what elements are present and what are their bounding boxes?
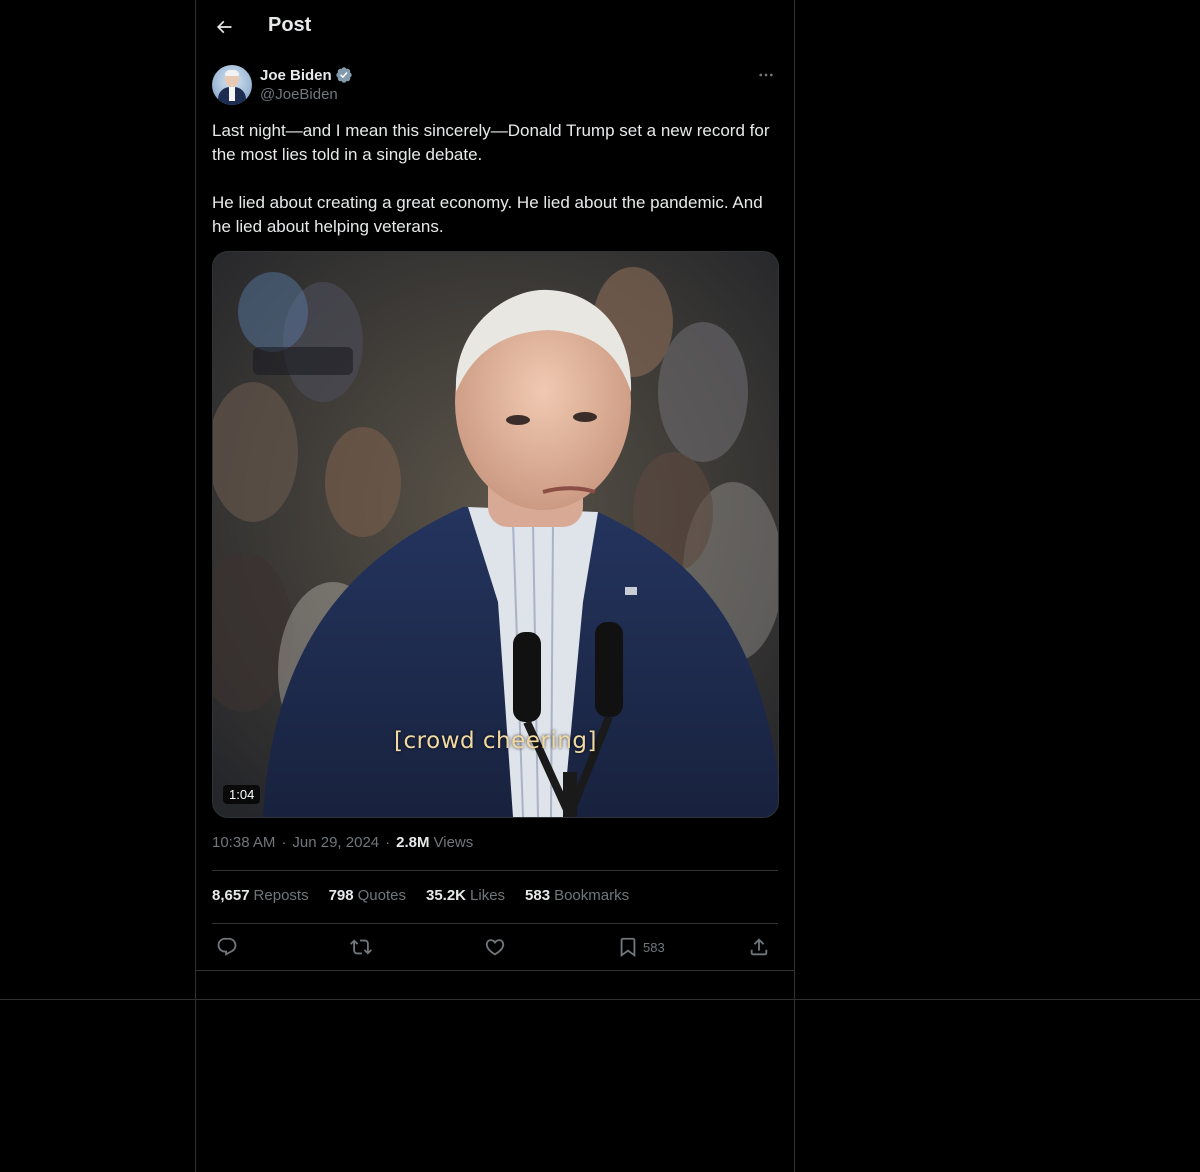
quotes-count: 798 — [328, 887, 354, 904]
back-button[interactable] — [208, 11, 240, 43]
divider — [196, 970, 794, 971]
meta-separator: · — [385, 834, 391, 851]
action-bar: 583 — [212, 933, 778, 961]
video-caption: [crowd cheering] — [394, 728, 597, 754]
quotes-stat[interactable]: 798 Quotes — [329, 887, 406, 904]
post-time[interactable]: 10:38 AM — [212, 834, 275, 851]
post-column: Post Joe Biden @JoeBiden Last night—and … — [195, 0, 795, 1172]
reposts-label: Reposts — [253, 887, 309, 904]
bookmarks-label: Bookmarks — [554, 887, 630, 904]
bookmarks-stat[interactable]: 583 Bookmarks — [525, 887, 629, 904]
post-meta: 10:38 AM · Jun 29, 2024 · 2.8M Views — [212, 834, 473, 851]
name-row: Joe Biden — [260, 65, 353, 85]
more-horizontal-icon — [759, 73, 773, 77]
reply-icon — [217, 937, 237, 956]
author-handle[interactable]: @JoeBiden — [260, 86, 338, 103]
repost-button[interactable] — [350, 933, 372, 961]
bookmark-button[interactable]: 583 — [617, 933, 665, 961]
divider — [212, 923, 778, 924]
bookmarks-count: 583 — [525, 887, 551, 904]
post-video[interactable]: [crowd cheering] 1:04 — [212, 251, 779, 818]
views-count: 2.8M — [396, 834, 430, 851]
post-author: Joe Biden @JoeBiden — [212, 65, 778, 109]
share-button[interactable] — [748, 933, 770, 961]
likes-count: 35.2K — [425, 887, 467, 904]
bookmark-icon — [620, 937, 636, 958]
heart-icon — [485, 939, 505, 956]
meta-separator: · — [281, 834, 287, 851]
reply-button[interactable] — [216, 933, 238, 961]
page-header: Post — [196, 0, 794, 54]
divider — [212, 870, 778, 871]
author-display-name[interactable]: Joe Biden — [260, 67, 332, 84]
reposts-count: 8,657 — [212, 887, 250, 904]
repost-icon — [350, 939, 372, 955]
views-label: Views — [433, 834, 474, 851]
likes-stat[interactable]: 35.2K Likes — [426, 887, 505, 904]
share-icon — [750, 938, 768, 956]
arrow-left-icon — [216, 20, 232, 34]
video-duration: 1:04 — [223, 785, 261, 804]
bookmark-action-count: 583 — [643, 939, 665, 955]
page-title: Post — [268, 14, 312, 36]
quotes-label: Quotes — [357, 887, 406, 904]
post-text: Last night—and I mean this sincerely—Don… — [212, 121, 770, 236]
post-stats: 8,657 Reposts 798 Quotes 35.2K Likes 583 Boo… — [212, 887, 649, 904]
likes-label: Likes — [470, 887, 506, 904]
reposts-stat[interactable]: 8,657 Reposts — [212, 887, 309, 904]
verified-badge-icon — [335, 67, 352, 83]
like-button[interactable] — [484, 933, 506, 961]
more-button[interactable] — [754, 65, 778, 85]
post-date[interactable]: Jun 29, 2024 — [292, 834, 379, 851]
avatar[interactable] — [212, 65, 252, 105]
